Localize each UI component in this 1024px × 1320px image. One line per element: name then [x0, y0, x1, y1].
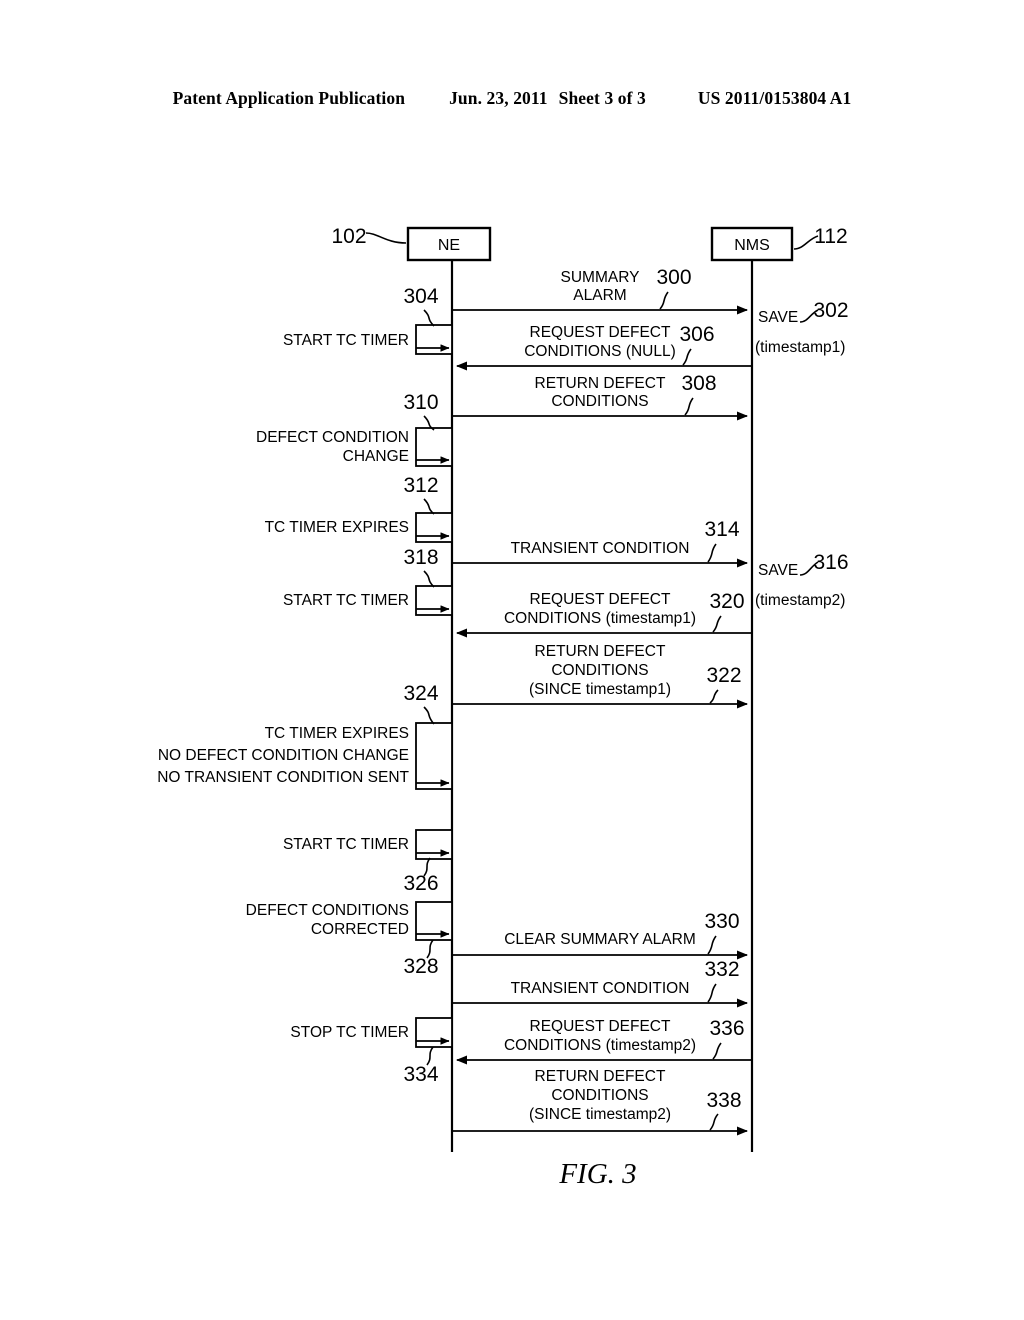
refnum-338-text: 338 [706, 1089, 741, 1112]
refnum-322-text: 322 [706, 664, 741, 687]
sequence-diagram: NE NMS 102 112 SUMMARY ALARM 300 START T… [0, 0, 1024, 1320]
refnum-324-text: 324 [403, 682, 438, 705]
message-322-line-1: CONDITIONS [551, 662, 648, 679]
refnum-336-text: 336 [709, 1017, 744, 1040]
event-310: DEFECT CONDITION CHANGE 310 [256, 391, 453, 467]
message-306-line-1: CONDITIONS (NULL) [524, 343, 676, 360]
refnum-112-text: 112 [814, 225, 847, 248]
message-308: RETURN DEFECT CONDITIONS 308 [452, 372, 748, 421]
annotation-302-line-0: SAVE [758, 309, 798, 326]
message-322: RETURN DEFECT CONDITIONS (SINCE timestam… [452, 643, 748, 709]
patent-figure-page: Patent Application Publication Jun. 23, … [0, 0, 1024, 1320]
message-300-line-0: SUMMARY [561, 269, 640, 286]
refnum-304-text: 304 [403, 285, 438, 308]
event-304-line-0: START TC TIMER [283, 332, 409, 349]
refnum-310-text: 310 [403, 391, 438, 414]
message-320-line-1: CONDITIONS (timestamp1) [504, 610, 696, 627]
event-324-line-2: NO TRANSIENT CONDITION SENT [157, 769, 409, 786]
message-314: TRANSIENT CONDITION 314 [452, 518, 748, 568]
annotation-316-line-1: (timestamp2) [755, 592, 845, 609]
annotation-302-line-1: (timestamp1) [755, 339, 845, 356]
message-338-line-1: CONDITIONS [551, 1087, 648, 1104]
refnum-102: 102 [331, 225, 407, 248]
message-320: REQUEST DEFECT CONDITIONS (timestamp1) 3… [456, 590, 752, 638]
event-326: START TC TIMER 326 [283, 829, 453, 895]
event-304: START TC TIMER 304 [283, 285, 453, 355]
message-306: REQUEST DEFECT CONDITIONS (NULL) 306 [456, 323, 752, 371]
figure-caption: FIG. 3 [558, 1158, 636, 1190]
event-312-line-0: TC TIMER EXPIRES [265, 519, 409, 536]
message-336-line-1: CONDITIONS (timestamp2) [504, 1037, 696, 1054]
message-308-line-0: RETURN DEFECT [535, 375, 666, 392]
refnum-312-text: 312 [403, 474, 438, 497]
refnum-318-text: 318 [403, 546, 438, 569]
message-308-line-1: CONDITIONS [551, 393, 648, 410]
message-330: CLEAR SUMMARY ALARM 330 [452, 910, 748, 960]
refnum-316-text: 316 [813, 551, 848, 574]
event-324: TC TIMER EXPIRES NO DEFECT CONDITION CHA… [157, 682, 453, 790]
message-338-line-0: RETURN DEFECT [535, 1068, 666, 1085]
message-306-line-0: REQUEST DEFECT [530, 324, 671, 341]
message-332: TRANSIENT CONDITION 332 [452, 958, 748, 1008]
message-314-line-0: TRANSIENT CONDITION [511, 540, 690, 557]
event-328-line-0: DEFECT CONDITIONS [246, 902, 409, 919]
entity-nms: NMS [710, 226, 794, 262]
message-336: REQUEST DEFECT CONDITIONS (timestamp2) 3… [456, 1017, 752, 1065]
annotation-302: SAVE (timestamp1) 302 [755, 299, 849, 356]
entity-nms-label: NMS [734, 237, 770, 254]
event-318-line-0: START TC TIMER [283, 592, 409, 609]
refnum-326-text: 326 [403, 872, 438, 895]
annotation-316: SAVE (timestamp2) 316 [755, 551, 849, 609]
event-328-line-1: CORRECTED [311, 921, 409, 938]
message-300: SUMMARY ALARM 300 [452, 266, 748, 315]
refnum-300-text: 300 [656, 266, 691, 289]
message-322-line-2: (SINCE timestamp1) [529, 681, 671, 698]
event-324-line-1: NO DEFECT CONDITION CHANGE [158, 747, 409, 764]
message-320-line-0: REQUEST DEFECT [530, 591, 671, 608]
message-330-line-0: CLEAR SUMMARY ALARM [504, 931, 696, 948]
entity-ne: NE [406, 226, 492, 262]
event-310-line-0: DEFECT CONDITION [256, 429, 409, 446]
message-338: RETURN DEFECT CONDITIONS (SINCE timestam… [452, 1068, 748, 1136]
event-328: DEFECT CONDITIONS CORRECTED 328 [246, 901, 453, 978]
refnum-308-text: 308 [681, 372, 716, 395]
refnum-320-text: 320 [709, 590, 744, 613]
refnum-302-text: 302 [813, 299, 848, 322]
refnum-334-text: 334 [403, 1063, 438, 1086]
event-334: STOP TC TIMER 334 [290, 1017, 453, 1086]
refnum-314-text: 314 [704, 518, 739, 541]
event-312: TC TIMER EXPIRES 312 [265, 474, 453, 543]
message-322-line-0: RETURN DEFECT [535, 643, 666, 660]
event-310-line-1: CHANGE [343, 448, 409, 465]
message-332-line-0: TRANSIENT CONDITION [511, 980, 690, 997]
refnum-332-text: 332 [704, 958, 739, 981]
message-338-line-2: (SINCE timestamp2) [529, 1106, 671, 1123]
message-300-line-1: ALARM [573, 287, 626, 304]
refnum-306-text: 306 [679, 323, 714, 346]
event-318: START TC TIMER 318 [283, 546, 453, 616]
refnum-330-text: 330 [704, 910, 739, 933]
event-326-line-0: START TC TIMER [283, 836, 409, 853]
entity-ne-label: NE [438, 237, 460, 254]
refnum-112: 112 [793, 225, 848, 250]
message-336-line-0: REQUEST DEFECT [530, 1018, 671, 1035]
annotation-316-line-0: SAVE [758, 562, 798, 579]
event-334-line-0: STOP TC TIMER [290, 1024, 409, 1041]
refnum-102-text: 102 [331, 225, 366, 248]
event-324-line-0: TC TIMER EXPIRES [265, 725, 409, 742]
refnum-328-text: 328 [403, 955, 438, 978]
